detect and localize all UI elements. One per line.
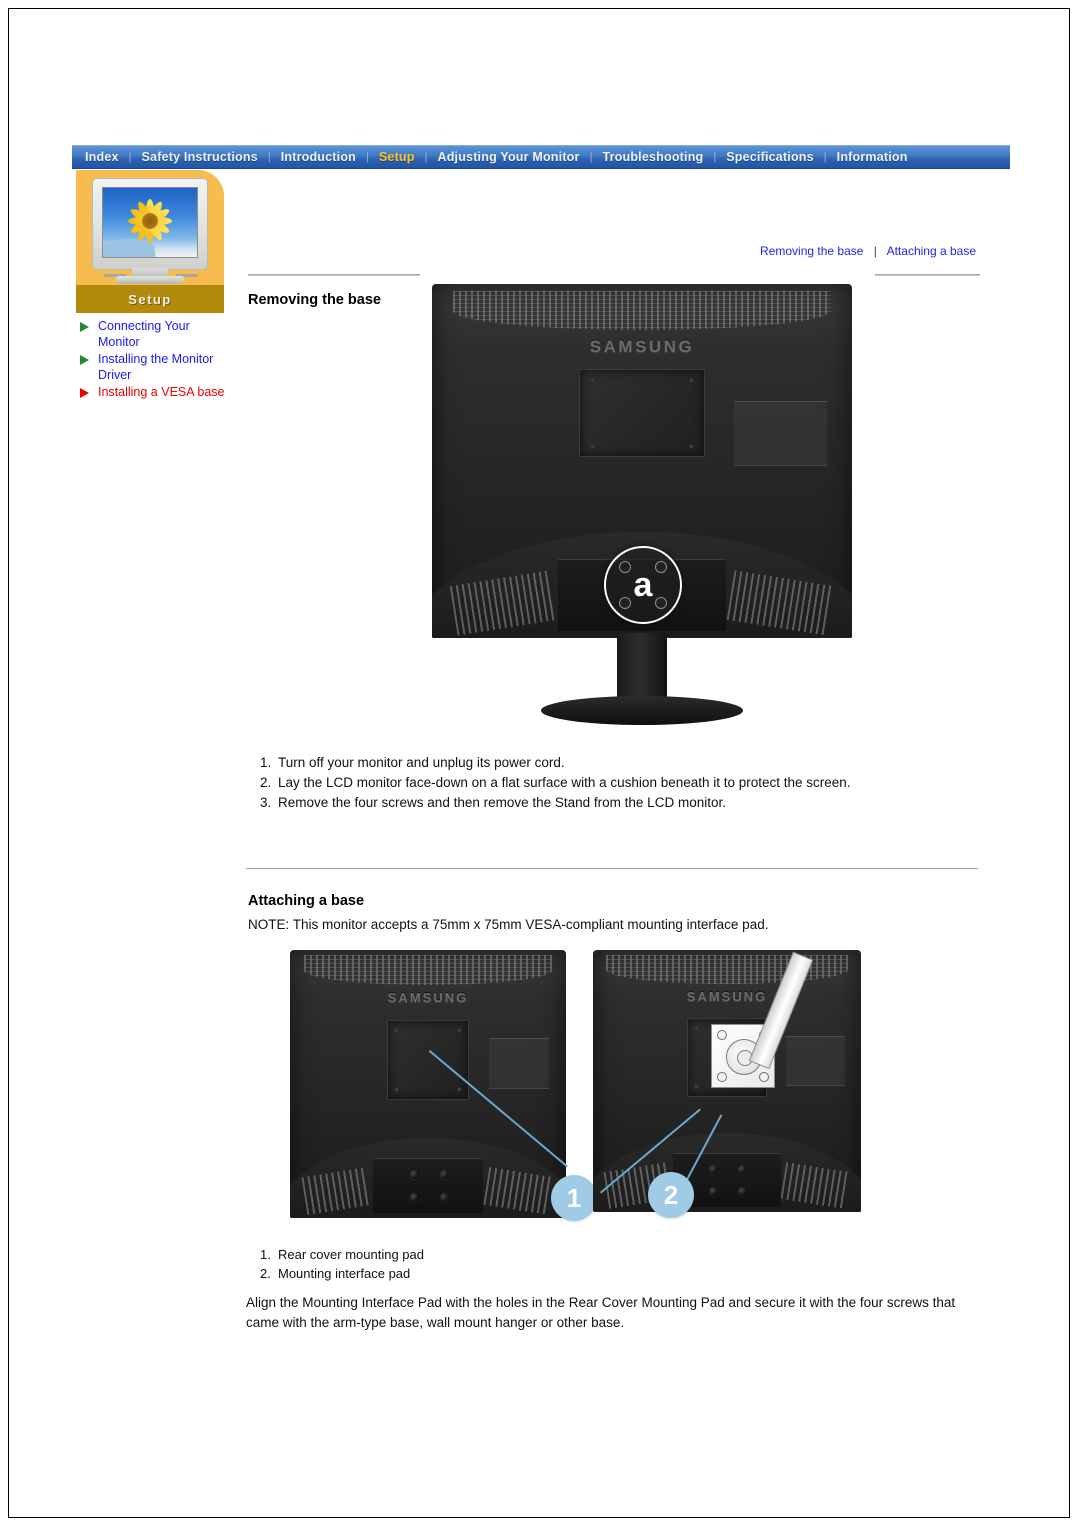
figure-monitor-rear-with-stand: SAMSUNG a bbox=[432, 284, 852, 732]
screw-holes-group bbox=[406, 1167, 453, 1205]
breadcrumb-link-attaching-a-base[interactable]: Attaching a base bbox=[887, 244, 976, 258]
crt-monitor-sunflower-icon bbox=[92, 178, 208, 284]
legend-text: Rear cover mounting pad bbox=[278, 1247, 424, 1262]
list-item: 2. Mounting interface pad bbox=[248, 1264, 968, 1283]
product-label bbox=[488, 1038, 550, 1089]
callout-a-label: a bbox=[633, 565, 653, 604]
sidebar-item-label: Installing the Monitor Driver bbox=[98, 352, 214, 382]
nav-item-specifications[interactable]: Specifications bbox=[717, 150, 823, 164]
sidebar-section-card: Setup bbox=[76, 170, 224, 313]
brand-label: SAMSUNG bbox=[686, 989, 768, 1005]
sidebar-link-list: Connecting Your Monitor Installing the M… bbox=[76, 318, 228, 400]
legend-text: Mounting interface pad bbox=[278, 1266, 411, 1281]
sidebar-banner: Setup bbox=[76, 285, 224, 313]
instruction-paragraph: Align the Mounting Interface Pad with th… bbox=[246, 1295, 956, 1330]
steps-removing-the-base: 1. Turn off your monitor and unplug its … bbox=[248, 753, 968, 813]
note-text: NOTE: This monitor accepts a 75mm x 75mm… bbox=[248, 917, 769, 932]
stand-foot bbox=[541, 696, 743, 726]
legend-attaching-a-base: 1. Rear cover mounting pad 2. Mounting i… bbox=[248, 1245, 968, 1283]
list-item: 2. Lay the LCD monitor face-down on a fl… bbox=[248, 773, 968, 793]
list-item: 1. Rear cover mounting pad bbox=[248, 1245, 968, 1264]
divider-left bbox=[248, 274, 420, 276]
top-navigation-bar: Index | Safety Instructions | Introducti… bbox=[72, 145, 1010, 169]
section-heading-removing-the-base: Removing the base bbox=[248, 292, 381, 308]
arrow-right-icon bbox=[80, 355, 89, 365]
step-number: 3. bbox=[260, 795, 272, 810]
breadcrumb-divider: | bbox=[873, 244, 877, 258]
vesa-mounting-plate bbox=[386, 1019, 470, 1101]
callout-a: a bbox=[604, 546, 682, 624]
sidebar-item-installing-a-vesa-base[interactable]: Installing a VESA base bbox=[76, 384, 228, 400]
screw-holes-group bbox=[706, 1162, 752, 1199]
divider-right bbox=[875, 274, 980, 276]
callout-2: 2 bbox=[648, 1172, 694, 1218]
sidebar-item-installing-the-monitor-driver[interactable]: Installing the Monitor Driver bbox=[76, 351, 228, 383]
step-text: Remove the four screws and then remove t… bbox=[278, 795, 726, 810]
figure-rear-cover-mounting-pad: SAMSUNG bbox=[290, 950, 566, 1218]
sidebar-item-connecting-your-monitor[interactable]: Connecting Your Monitor bbox=[76, 318, 228, 350]
arrow-right-icon bbox=[80, 322, 89, 332]
brand-label: SAMSUNG bbox=[387, 990, 469, 1006]
sidebar-item-label: Connecting Your Monitor bbox=[98, 319, 190, 349]
product-label bbox=[785, 1036, 845, 1086]
nav-item-troubleshooting[interactable]: Troubleshooting bbox=[593, 150, 712, 164]
vent-top bbox=[303, 955, 553, 985]
legend-number: 1. bbox=[260, 1247, 271, 1262]
nav-separator: | bbox=[823, 151, 827, 163]
stand-neck bbox=[616, 633, 668, 701]
sidebar-banner-label: Setup bbox=[128, 291, 172, 307]
callout-1: 1 bbox=[551, 1175, 597, 1221]
product-label bbox=[734, 400, 827, 467]
nav-separator: | bbox=[713, 151, 717, 163]
brand-label: SAMSUNG bbox=[589, 337, 695, 357]
nav-item-safety-instructions[interactable]: Safety Instructions bbox=[133, 150, 267, 164]
vent-top bbox=[453, 291, 831, 330]
list-item: 1. Turn off your monitor and unplug its … bbox=[248, 753, 968, 773]
nav-item-setup[interactable]: Setup bbox=[370, 150, 424, 164]
nav-separator: | bbox=[589, 151, 593, 163]
arrow-right-icon bbox=[80, 388, 89, 398]
vesa-mounting-plate bbox=[579, 368, 705, 458]
callout-1-label: 1 bbox=[566, 1182, 582, 1213]
nav-item-information[interactable]: Information bbox=[828, 150, 917, 164]
section-heading-attaching-a-base: Attaching a base bbox=[248, 893, 365, 909]
list-item: 3. Remove the four screws and then remov… bbox=[248, 793, 968, 813]
nav-separator: | bbox=[267, 151, 271, 163]
section-divider bbox=[246, 868, 978, 869]
callout-2-label: 2 bbox=[663, 1179, 679, 1210]
nav-item-adjusting-your-monitor[interactable]: Adjusting Your Monitor bbox=[428, 150, 588, 164]
nav-separator: | bbox=[366, 151, 369, 163]
breadcrumb: Removing the base | Attaching a base bbox=[246, 244, 976, 258]
step-text: Turn off your monitor and unplug its pow… bbox=[278, 755, 565, 770]
sidebar: Setup Connecting Your Monitor Installing… bbox=[76, 170, 224, 401]
legend-number: 2. bbox=[260, 1266, 271, 1281]
step-number: 2. bbox=[260, 775, 272, 790]
nav-item-introduction[interactable]: Introduction bbox=[272, 150, 365, 164]
breadcrumb-link-removing-the-base[interactable]: Removing the base bbox=[760, 244, 863, 258]
nav-separator: | bbox=[424, 151, 428, 163]
sidebar-item-label: Installing a VESA base bbox=[98, 385, 225, 399]
step-text: Lay the LCD monitor face-down on a flat … bbox=[278, 775, 851, 790]
nav-separator: | bbox=[128, 151, 132, 163]
nav-item-index[interactable]: Index bbox=[76, 150, 128, 164]
step-number: 1. bbox=[260, 755, 272, 770]
